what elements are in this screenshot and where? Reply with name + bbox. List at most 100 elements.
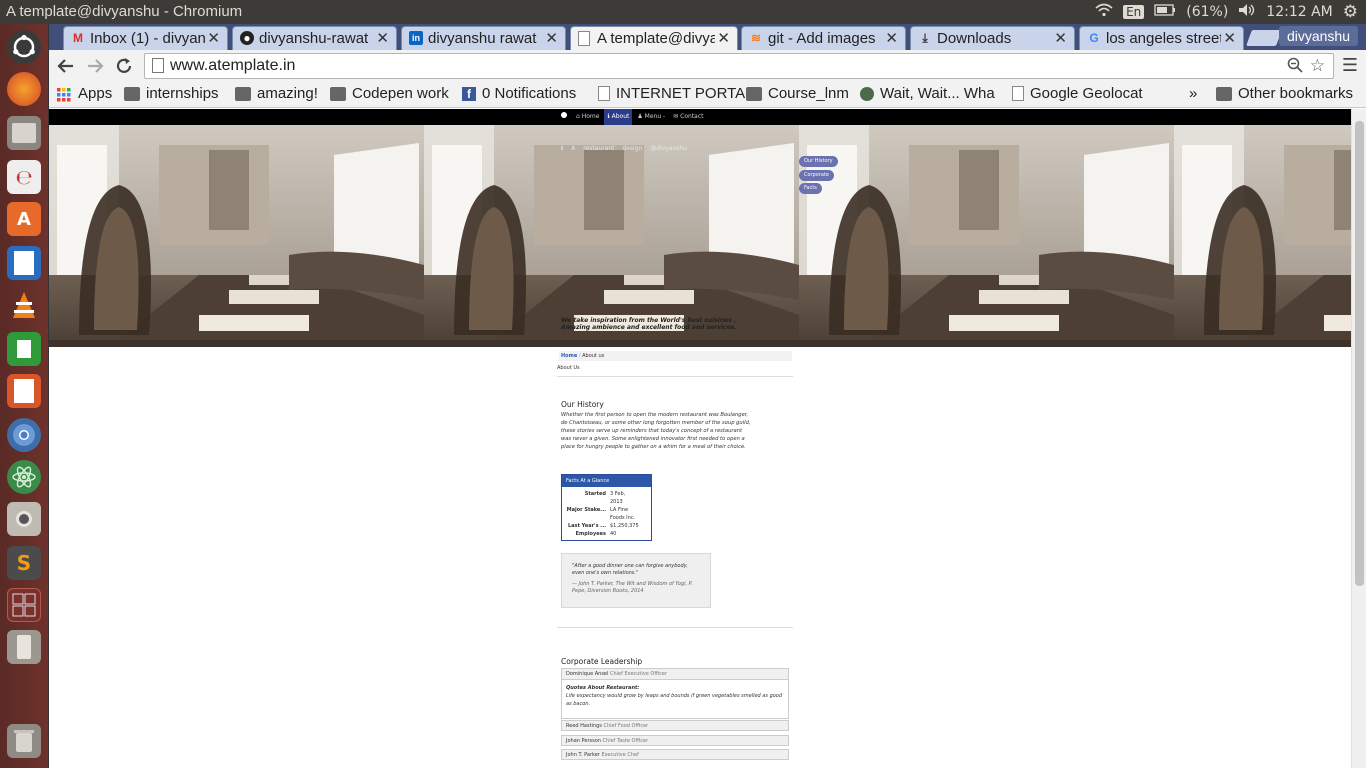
gear-icon[interactable]: ⚙ <box>1343 2 1358 22</box>
profile-button[interactable]: divyanshu <box>1278 26 1358 46</box>
impress-icon[interactable] <box>7 374 41 408</box>
volume-icon[interactable] <box>1238 3 1256 21</box>
accordion-header[interactable]: Johan Persson Chief Taste Officer <box>561 735 789 746</box>
nav-home[interactable]: ⌂ Home <box>573 109 602 125</box>
person-role: Chief Executive Officer <box>610 671 668 677</box>
facts-panel: Facts At a Glance Started 3 Feb, 2013 Maj… <box>561 474 652 541</box>
scrollbar-thumb[interactable] <box>1355 121 1364 586</box>
battery-icon[interactable] <box>1154 4 1176 20</box>
back-icon[interactable] <box>56 56 76 76</box>
close-tab-icon[interactable]: ✕ <box>1223 29 1236 47</box>
new-tab-button[interactable] <box>1246 30 1282 46</box>
close-tab-icon[interactable]: ✕ <box>717 29 730 47</box>
close-tab-icon[interactable]: ✕ <box>1054 29 1067 47</box>
zoom-icon[interactable] <box>1287 57 1303 77</box>
accordion-header[interactable]: Reed Hastings Chief Food Officer <box>561 720 789 731</box>
files-icon[interactable] <box>7 116 41 150</box>
bookmark-amazing[interactable]: amazing! <box>235 85 318 102</box>
chromium-icon[interactable] <box>7 418 41 452</box>
bookmark-label: Other bookmarks <box>1238 85 1354 102</box>
trash-icon[interactable] <box>7 724 41 758</box>
clock[interactable]: 12:12 AM <box>1266 4 1332 20</box>
facts-value: $1,250,375 <box>610 523 639 529</box>
history-text: Whether the first person to open the mod… <box>561 412 751 450</box>
bookmark-label: Wait, Wait... Wha <box>880 85 995 102</box>
restaurant-interior-image <box>1174 125 1351 347</box>
close-tab-icon[interactable]: ✕ <box>545 29 558 47</box>
close-tab-icon[interactable]: ✕ <box>207 29 220 47</box>
speaker-icon[interactable] <box>7 502 41 536</box>
nav-menu[interactable]: ♟ Menu - <box>634 109 668 125</box>
page-scrollbar[interactable] <box>1351 109 1366 768</box>
forward-icon[interactable] <box>85 56 105 76</box>
wifi-icon[interactable] <box>1095 3 1113 21</box>
side-link-facts[interactable]: Facts <box>799 183 822 194</box>
breadcrumb: Home / About us <box>559 351 792 361</box>
hero-tagline: We take inspiration from the World's bes… <box>561 317 737 331</box>
bookmark-course[interactable]: Course_lnm <box>746 85 849 102</box>
tab-label: Downloads <box>937 30 1012 47</box>
workspace-switcher-icon[interactable] <box>7 588 41 622</box>
accordion-header[interactable]: John T. Parker Executive Chef <box>561 749 789 760</box>
blockquote: "After a good dinner one can forgive any… <box>561 553 711 608</box>
tab-google[interactable]: G los angeles street ✕ <box>1079 26 1244 50</box>
sublime-text-icon[interactable]: S <box>7 546 41 580</box>
person-role: Executive Chef <box>601 752 639 758</box>
firefox-icon[interactable] <box>7 72 41 106</box>
bookmark-wait-wait[interactable]: Wait, Wait... Wha <box>860 85 995 102</box>
tab-label: divyanshu-rawat <box>259 30 369 47</box>
usb-drive-icon[interactable] <box>7 630 41 664</box>
bookmarks-overflow-button[interactable]: » <box>1189 85 1197 102</box>
bookmark-internet-portal[interactable]: INTERNET PORTA <box>598 85 745 102</box>
apps-icon <box>56 87 72 101</box>
folder-icon <box>1216 86 1232 101</box>
keyboard-layout[interactable]: En <box>1123 5 1145 19</box>
page-icon <box>598 86 610 101</box>
tab-stackoverflow[interactable]: ≋ git - Add images ✕ <box>741 26 906 50</box>
document-viewer-icon[interactable]: ℮ <box>7 160 41 194</box>
restaurant-interior-image <box>49 125 424 347</box>
reload-icon[interactable] <box>114 56 134 76</box>
facts-table: Started 3 Feb, 2013 Major Stake... LA Fine… <box>562 490 641 538</box>
site-logo-icon[interactable] <box>557 109 571 125</box>
bookmark-star-icon[interactable]: ☆ <box>1310 56 1325 76</box>
quote-text: "After a good dinner one can forgive any… <box>572 563 688 576</box>
nav-home-label: Home <box>581 113 600 120</box>
nav-contact[interactable]: ✉ Contact <box>670 109 706 125</box>
bookmark-internships[interactable]: internships <box>124 85 219 102</box>
tab-gmail[interactable]: M Inbox (1) - divyanshu ✕ <box>63 26 228 50</box>
accordion-header[interactable]: Dominique Ansel Chief Executive Officer <box>561 668 789 680</box>
bookmark-codepen[interactable]: Codepen work <box>330 85 449 102</box>
tab-github[interactable]: ● divyanshu-rawat ✕ <box>232 26 397 50</box>
accordion-body: Quotes About Restaurant: Life expectancy… <box>561 680 789 719</box>
bookmark-apps[interactable]: Apps <box>56 85 112 102</box>
ubuntu-dash-icon[interactable] <box>7 30 41 64</box>
writer-icon[interactable] <box>7 246 41 280</box>
side-link-corporate[interactable]: Corporate <box>799 170 834 181</box>
nav-about[interactable]: ℹ About <box>604 109 633 125</box>
bookmark-other[interactable]: Other bookmarks <box>1216 85 1353 102</box>
address-bar[interactable]: www.atemplate.in ☆ <box>144 53 1334 79</box>
atom-icon[interactable] <box>7 460 41 494</box>
calc-icon[interactable] <box>7 332 41 366</box>
unity-launcher: ℮ A S <box>0 24 49 768</box>
quote-cite: — John T. Parker, The Wit and Wisdom of … <box>572 581 693 594</box>
battery-percent[interactable]: (61%) <box>1186 4 1228 20</box>
page-info-icon[interactable] <box>152 58 164 73</box>
tab-linkedin[interactable]: in divyanshu rawat ✕ <box>401 26 566 50</box>
close-tab-icon[interactable]: ✕ <box>885 29 898 47</box>
software-center-icon[interactable]: A <box>7 202 41 236</box>
tab-atemplate[interactable]: A template@divyanshu ✕ <box>570 26 738 50</box>
vlc-icon[interactable] <box>7 288 41 322</box>
side-link-our-history[interactable]: Our History <box>799 156 838 167</box>
bookmark-notifications[interactable]: f 0 Notifications <box>462 85 576 102</box>
info-icon: ℹ <box>561 145 564 152</box>
bookmark-geolocation[interactable]: Google Geolocat <box>1012 85 1143 102</box>
breadcrumb-home[interactable]: Home <box>561 353 577 359</box>
url-text[interactable]: www.atemplate.in <box>170 57 295 75</box>
chrome-menu-icon[interactable]: ☰ <box>1342 57 1358 75</box>
tab-downloads[interactable]: ⤓ Downloads ✕ <box>910 26 1075 50</box>
close-tab-icon[interactable]: ✕ <box>376 29 389 47</box>
stackoverflow-icon: ≋ <box>750 31 762 45</box>
folder-icon <box>330 86 346 101</box>
